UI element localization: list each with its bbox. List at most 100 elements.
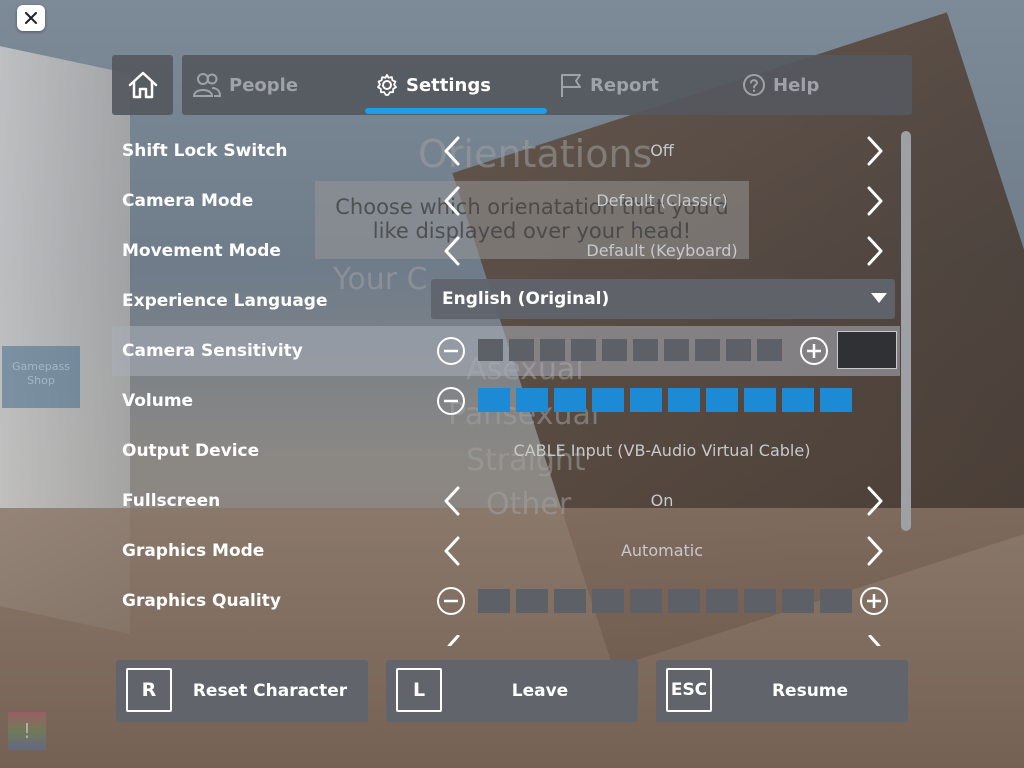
slider-segment[interactable] (633, 339, 658, 361)
close-button[interactable] (17, 5, 45, 31)
slider-segment[interactable] (630, 388, 662, 412)
language-dropdown[interactable]: English (Original) (431, 279, 895, 319)
setting-label: Output Device (122, 441, 260, 461)
setting-value: Off (650, 141, 674, 160)
setting-row-camera-mode: Camera Mode Default (Classic) (112, 176, 900, 226)
slider-segment[interactable] (782, 388, 814, 412)
slider-segment[interactable] (540, 339, 565, 361)
prev-option-button[interactable] (437, 186, 467, 216)
slider-segment[interactable] (592, 388, 624, 412)
next-option-button[interactable] (860, 236, 890, 266)
active-tab-indicator (365, 108, 547, 114)
tab-people[interactable]: People (192, 55, 298, 115)
setting-label: Fullscreen (122, 491, 221, 511)
chevron-left-icon[interactable] (446, 635, 460, 646)
slider-segment[interactable] (509, 339, 534, 361)
setting-row-volume: Volume (112, 376, 900, 426)
setting-label: Volume (122, 391, 194, 411)
key-hint-l: L (396, 668, 442, 712)
slider-segment[interactable] (668, 388, 700, 412)
leave-button[interactable]: L Leave (386, 660, 638, 722)
decrease-button[interactable] (436, 386, 466, 416)
setting-value[interactable]: CABLE Input (VB-Audio Virtual Cable) (492, 426, 832, 476)
chevron-left-icon (444, 136, 460, 166)
reset-character-label: Reset Character (192, 681, 348, 701)
increase-button[interactable] (799, 336, 829, 366)
setting-row-camera-sensitivity: Camera Sensitivity (112, 326, 900, 376)
slider-segment[interactable] (478, 589, 510, 613)
reset-character-button[interactable]: R Reset Character (116, 660, 368, 722)
sensitivity-slider[interactable] (478, 339, 782, 361)
graphics-quality-slider[interactable] (478, 589, 852, 613)
prev-option-button[interactable] (437, 136, 467, 166)
slider-segment[interactable] (664, 339, 689, 361)
tab-help[interactable]: Help (742, 55, 819, 115)
slider-segment[interactable] (706, 589, 738, 613)
slider-segment[interactable] (516, 388, 548, 412)
decrease-button[interactable] (436, 586, 466, 616)
setting-row-shift-lock: Shift Lock Switch Off (112, 126, 900, 176)
chevron-right-icon (867, 236, 883, 266)
setting-label: Experience Language (122, 291, 328, 311)
close-icon (25, 12, 37, 24)
slider-segment[interactable] (706, 388, 738, 412)
slider-segment[interactable] (478, 388, 510, 412)
gear-icon (377, 74, 397, 96)
next-option-button[interactable] (860, 186, 890, 216)
slider-segment[interactable] (820, 589, 852, 613)
leave-label: Leave (511, 681, 569, 701)
tab-report-label: Report (590, 74, 659, 96)
slider-segment[interactable] (668, 589, 700, 613)
setting-label: Movement Mode (122, 241, 281, 261)
slider-segment[interactable] (820, 388, 852, 412)
setting-value: Automatic (620, 541, 704, 560)
next-option-button[interactable] (860, 536, 890, 566)
chevron-left-icon (444, 236, 460, 266)
slider-segment[interactable] (571, 339, 596, 361)
setting-value: Default (Keyboard) (586, 241, 738, 260)
slider-segment[interactable] (782, 589, 814, 613)
chevron-left-icon (444, 486, 460, 516)
home-button[interactable] (112, 55, 173, 115)
slider-segment[interactable] (757, 339, 782, 361)
slider-segment[interactable] (630, 589, 662, 613)
help-icon (743, 74, 765, 96)
chevron-right-icon (867, 186, 883, 216)
increase-button[interactable] (859, 586, 889, 616)
setting-label: Camera Sensitivity (122, 341, 303, 361)
volume-slider[interactable] (478, 388, 852, 412)
slider-segment[interactable] (554, 589, 586, 613)
settings-scrollbar[interactable] (901, 131, 911, 531)
tab-settings[interactable]: Settings (375, 55, 491, 115)
slider-segment[interactable] (478, 339, 503, 361)
sensitivity-text-input[interactable] (837, 331, 897, 369)
setting-row-output-device: Output Device CABLE Input (VB-Audio Virt… (112, 426, 900, 476)
next-option-button[interactable] (860, 486, 890, 516)
setting-row-graphics-quality: Graphics Quality (112, 576, 900, 626)
tab-people-label: People (229, 74, 299, 96)
setting-label: Graphics Quality (122, 591, 281, 611)
resume-button[interactable]: ESC Resume (656, 660, 908, 722)
setting-label: Shift Lock Switch (122, 141, 288, 161)
prev-option-button[interactable] (437, 536, 467, 566)
chevron-right-icon (867, 486, 883, 516)
tab-report[interactable]: Report (559, 55, 659, 115)
settings-list[interactable]: Shift Lock Switch Off Camera Mode Defaul… (112, 126, 912, 646)
slider-segment[interactable] (602, 339, 627, 361)
bg-gamepass-shop: Gamepass Shop (2, 346, 80, 408)
slider-segment[interactable] (744, 388, 776, 412)
slider-segment[interactable] (744, 589, 776, 613)
slider-segment[interactable] (554, 388, 586, 412)
prev-option-button[interactable] (437, 486, 467, 516)
slider-segment[interactable] (726, 339, 751, 361)
slider-segment[interactable] (695, 339, 720, 361)
setting-value: On (650, 491, 674, 510)
setting-row-movement-mode: Movement Mode Default (Keyboard) (112, 226, 900, 276)
chevron-left-icon (444, 186, 460, 216)
decrease-button[interactable] (436, 336, 466, 366)
prev-option-button[interactable] (437, 236, 467, 266)
chevron-right-icon[interactable] (868, 635, 882, 646)
slider-segment[interactable] (516, 589, 548, 613)
slider-segment[interactable] (592, 589, 624, 613)
next-option-button[interactable] (860, 136, 890, 166)
